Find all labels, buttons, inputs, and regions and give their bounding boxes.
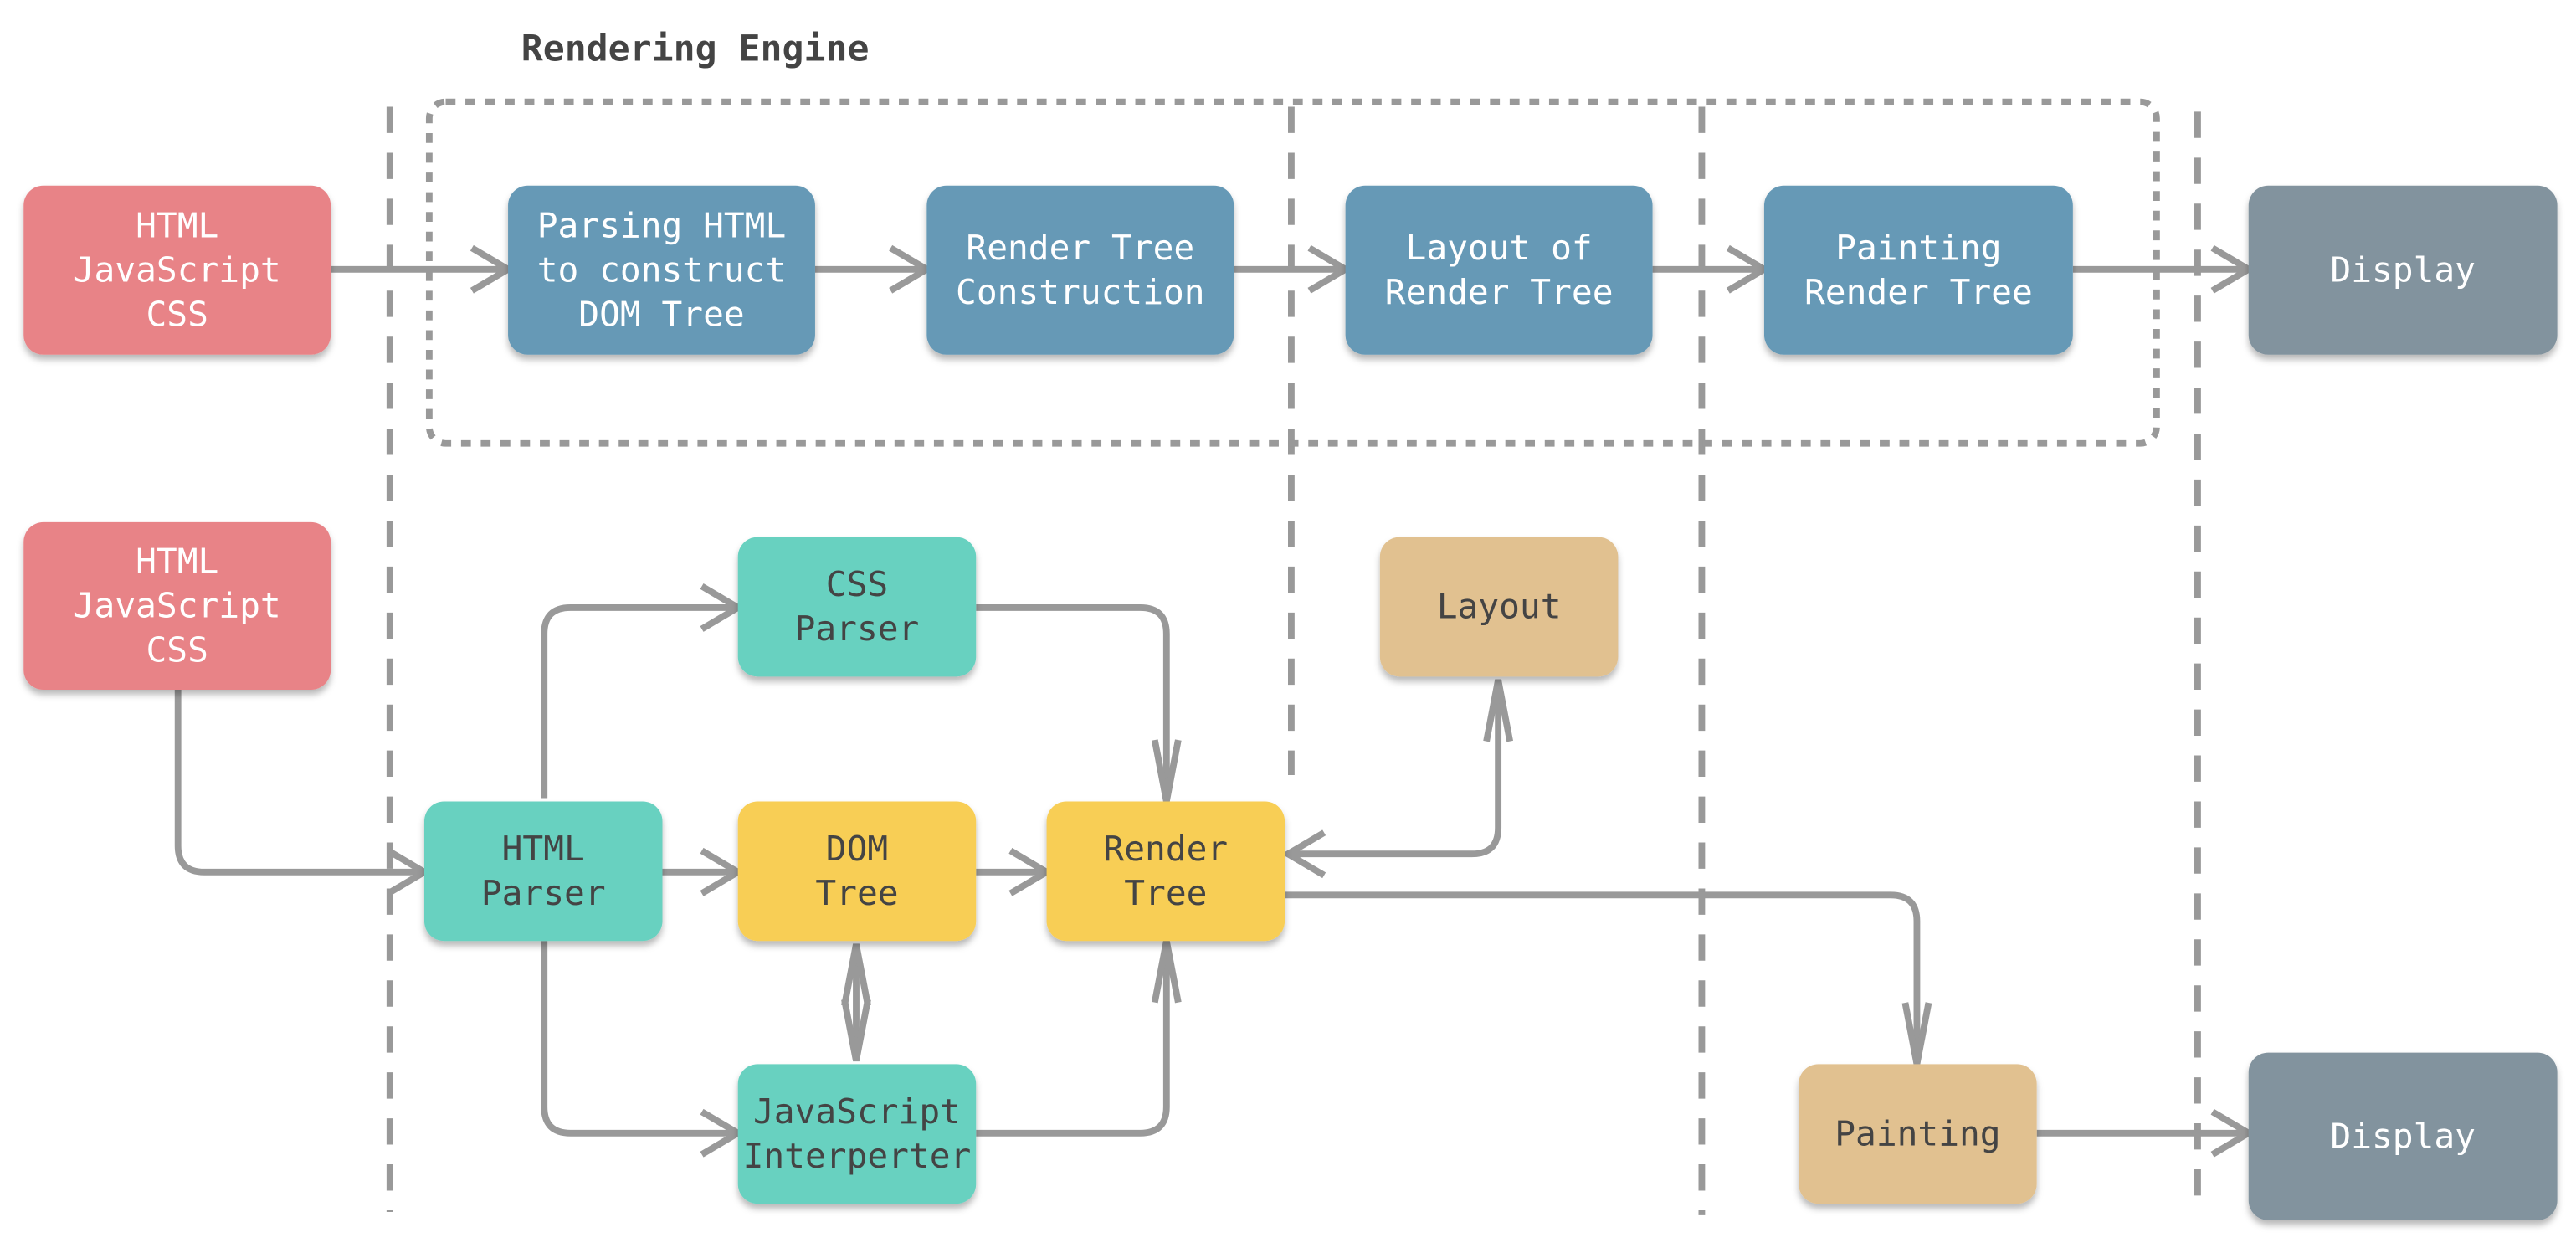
node-label: Render Tree bbox=[966, 228, 1194, 268]
node-box bbox=[1345, 185, 1653, 355]
node-box bbox=[1046, 801, 1285, 942]
node-label: Interperter bbox=[743, 1136, 972, 1176]
node-label: Tree bbox=[815, 873, 898, 913]
node-dom-tree: DOMTree bbox=[737, 801, 977, 942]
node-label: Render bbox=[1103, 829, 1228, 869]
node-label: Layout of bbox=[1406, 228, 1593, 268]
node-painting-render-tree: PaintingRender Tree bbox=[1763, 185, 2073, 355]
node-box bbox=[737, 537, 977, 677]
node-label: JavaScript bbox=[753, 1091, 961, 1132]
node-label: Render Tree bbox=[1804, 272, 2033, 312]
edge-css-parser-to-render-tree bbox=[976, 604, 1170, 799]
node-label: JavaScript bbox=[74, 586, 281, 626]
node-label: Tree bbox=[1124, 873, 1207, 913]
node-box bbox=[737, 801, 977, 942]
node-label: CSS bbox=[146, 294, 208, 334]
node-label: JavaScript bbox=[74, 249, 281, 290]
node-input-bottom: HTMLJavaScriptCSS bbox=[23, 521, 331, 691]
node-html-parser: HTMLParser bbox=[423, 801, 663, 942]
edge-render-tree-to-layout bbox=[1288, 680, 1502, 858]
node-layout-of-render-tree: Layout ofRender Tree bbox=[1345, 185, 1653, 355]
node-label: Construction bbox=[956, 272, 1205, 312]
node-box bbox=[423, 801, 663, 942]
node-label: to construct bbox=[537, 249, 787, 290]
node-label: HTML bbox=[136, 206, 218, 246]
rendering-engine-diagram: Rendering Engine HTMLJavaScriptCSSParsin… bbox=[23, 28, 2558, 1220]
edge-render-tree-to-painting bbox=[1285, 891, 1921, 1061]
node-label: Parser bbox=[481, 873, 606, 913]
section-title: Rendering Engine bbox=[521, 28, 870, 70]
node-label: Display bbox=[2330, 249, 2476, 290]
node-label: Painting bbox=[1835, 1113, 2000, 1153]
node-box bbox=[926, 185, 1234, 355]
node-label: Painting bbox=[1835, 228, 2001, 268]
node-label: Parsing HTML bbox=[537, 206, 787, 246]
node-render-tree: RenderTree bbox=[1046, 801, 1285, 942]
node-layout: Layout bbox=[1379, 537, 1619, 677]
edge-html-parser-to-javascript-interpreter bbox=[541, 941, 735, 1137]
edge-html-parser-to-css-parser bbox=[541, 604, 735, 799]
node-label: HTML bbox=[136, 542, 218, 582]
node-display-bottom: Display bbox=[2248, 1052, 2558, 1220]
node-label: Display bbox=[2330, 1116, 2476, 1156]
node-label: CSS bbox=[146, 630, 208, 670]
node-label: Render Tree bbox=[1385, 272, 1614, 312]
node-box bbox=[737, 1064, 977, 1204]
edge-input-bottom-to-html-parser bbox=[174, 690, 422, 876]
edges bbox=[174, 244, 2255, 1158]
node-parsing-html: Parsing HTMLto constructDOM Tree bbox=[508, 185, 815, 355]
node-input-top: HTMLJavaScriptCSS bbox=[23, 185, 331, 355]
node-label: Parser bbox=[795, 609, 920, 649]
node-label: CSS bbox=[826, 564, 888, 604]
edge-javascript-interpreter-to-render-tree bbox=[976, 944, 1170, 1137]
node-display-top: Display bbox=[2248, 185, 2558, 355]
node-label: DOM Tree bbox=[578, 294, 744, 334]
node-javascript-interpreter: JavaScriptInterperter bbox=[737, 1064, 977, 1204]
node-label: DOM bbox=[826, 829, 888, 869]
node-box bbox=[1763, 185, 2073, 355]
node-label: HTML bbox=[502, 829, 585, 869]
node-css-parser: CSS Parser bbox=[737, 537, 977, 677]
node-painting: Painting bbox=[1799, 1064, 2037, 1204]
node-label: Layout bbox=[1437, 587, 1562, 627]
node-render-tree-construction: Render TreeConstruction bbox=[926, 185, 1234, 355]
